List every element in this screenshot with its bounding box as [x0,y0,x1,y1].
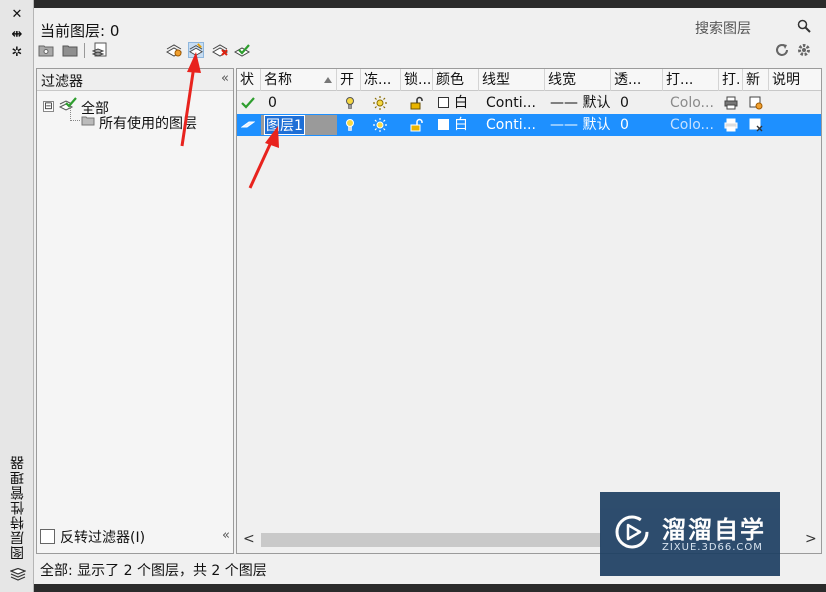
filter-node-used[interactable]: 所有使用的图层 [99,113,197,133]
column-header-name[interactable]: 名称 [261,69,337,91]
sun-thawed-icon[interactable] [373,96,387,110]
play-logo-icon [615,515,649,549]
layer-plot-style[interactable]: Colo... [667,92,714,114]
column-header-freeze[interactable]: 冻... [361,69,401,91]
search-placeholder: 搜索图层 [695,21,751,37]
printer-icon[interactable] [724,96,738,110]
current-layer-label: 当前图层: 0 [40,22,120,40]
palette-title: 图层特性管理器 [10,455,26,560]
layer-transparency[interactable]: 0 [617,92,629,114]
new-layer-icon[interactable] [188,42,204,58]
layer-transparency[interactable]: 0 [617,114,629,136]
settings-icon[interactable] [796,42,812,58]
current-layer-check-icon [241,97,255,109]
layer-linetype[interactable]: Conti... [483,92,536,114]
filter-tree-panel: 过滤器 « ⊟ 全部 所有使用的图层 [36,68,234,554]
watermark-subtitle: ZIXUE.3D66.COM [662,542,763,553]
layer-name-input[interactable]: 图层1 [264,115,305,135]
invert-filter-label[interactable]: 反转过滤器(I) [60,527,145,547]
column-header-plot[interactable]: 打. [719,69,743,91]
invert-filter-checkbox[interactable] [40,529,55,544]
column-header-lock[interactable]: 锁... [401,69,433,91]
layer-stack-icon [10,568,26,581]
layer-linetype[interactable]: Conti... [483,114,536,136]
new-property-filter-icon[interactable] [38,42,54,58]
new-vp-freeze-icon[interactable] [749,96,763,110]
sort-ascending-icon [324,77,332,83]
new-layer-vp-frozen-icon[interactable] [166,42,182,58]
palette-side-rail: ✕ ⇹ ✲ 图层特性管理器 [0,0,34,592]
layer-list-grid: 状 名称 开 冻... 锁... 颜色 线型 线宽 透... 打... 打. 新… [236,68,822,554]
close-icon[interactable]: ✕ [9,8,25,22]
layer-states-manager-icon[interactable] [92,42,108,58]
column-header-color[interactable]: 颜色 [433,69,479,91]
delete-layer-icon[interactable] [212,42,228,58]
scroll-thumb[interactable] [261,533,601,547]
column-header-linetype[interactable]: 线型 [479,69,545,91]
search-icon [797,19,811,33]
all-layers-filter-icon [59,97,77,111]
unlocked-padlock-icon[interactable] [409,96,423,110]
column-header-plot-style[interactable]: 打... [663,69,719,91]
column-header-lineweight[interactable]: 线宽 [545,69,611,91]
properties-icon[interactable]: ✲ [9,46,25,60]
color-swatch[interactable] [438,119,449,130]
watermark-logo: 溜溜自学 ZIXUE.3D66.COM [600,492,780,576]
set-current-icon[interactable] [234,42,250,58]
layer-lineweight[interactable]: —— 默认 [547,92,610,114]
layer-color[interactable]: 白 [451,114,468,136]
lightbulb-on-icon[interactable] [343,118,357,132]
toolbar-separator [84,43,85,58]
sun-thawed-icon[interactable] [373,118,387,132]
tree-toggle-icon[interactable]: ⊟ [43,101,54,112]
lightbulb-on-icon[interactable] [343,96,357,110]
layer-status-icon [241,121,255,128]
column-header-transparency[interactable]: 透... [611,69,663,91]
new-group-filter-icon[interactable] [62,42,78,58]
layer-color[interactable]: 白 [451,92,468,114]
collapse-filter-icon[interactable]: « [221,71,229,86]
layer-name[interactable]: 0 [265,92,277,114]
watermark-title: 溜溜自学 [662,516,766,544]
printer-icon[interactable] [724,118,738,132]
column-header-status[interactable]: 状 [237,69,261,91]
search-layers-input[interactable]: 搜索图层 [689,16,815,38]
layer-lineweight[interactable]: —— 默认 [547,114,610,136]
scroll-right-icon[interactable]: > [805,531,817,547]
layer-row[interactable]: 0 白 Conti... —— 默认 0 Colo... [237,92,821,114]
invert-filter-row: 反转过滤器(I) « [36,526,234,554]
used-layers-filter-icon [81,116,95,126]
tree-connector [70,107,71,121]
grid-header: 状 名称 开 冻... 锁... 颜色 线型 线宽 透... 打... 打. 新… [237,69,821,91]
layer-name-edit-box[interactable]: 图层1 [261,115,337,135]
layer-plot-style[interactable]: Colo... [667,114,714,136]
column-header-on[interactable]: 开 [337,69,361,91]
column-header-new-vp-freeze[interactable]: 新 [743,69,769,91]
tree-connector [70,120,80,121]
filter-header: 过滤器 « [37,69,233,91]
new-vp-freeze-icon[interactable] [749,118,763,132]
column-header-name-label: 名称 [264,72,292,88]
filter-header-label: 过滤器 [41,74,83,90]
scroll-left-icon[interactable]: < [243,531,255,547]
color-swatch[interactable] [438,97,449,108]
refresh-icon[interactable] [774,42,790,58]
auto-hide-icon[interactable]: ⇹ [9,28,25,42]
status-bar: 全部: 显示了 2 个图层，共 2 个图层 [40,563,267,579]
layer-row-selected[interactable]: 图层1 白 Conti... —— 默认 0 Colo... [237,114,821,136]
unlocked-padlock-icon[interactable] [409,118,423,132]
column-header-description[interactable]: 说明 [769,69,821,91]
collapse-filter-icon[interactable]: « [222,528,230,543]
